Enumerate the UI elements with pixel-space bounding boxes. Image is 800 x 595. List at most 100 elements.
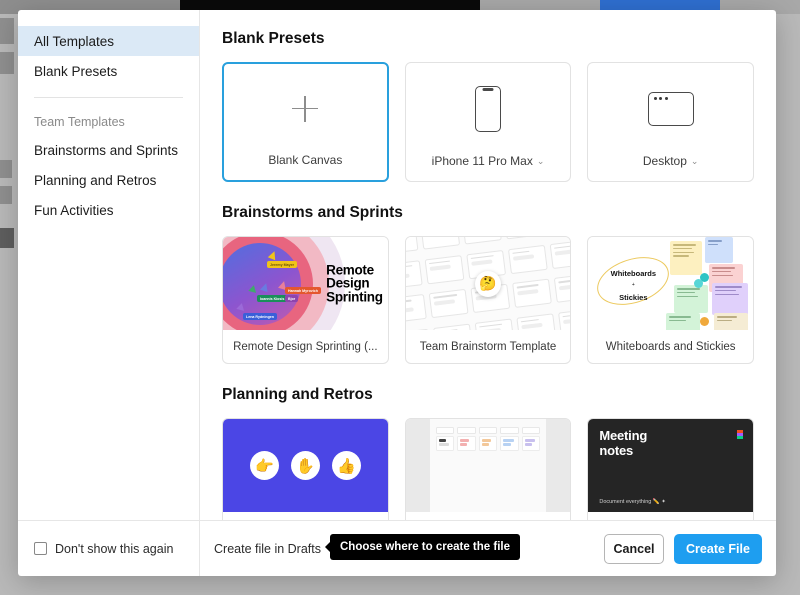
preset-card-label: Blank Canvas bbox=[268, 153, 342, 167]
bg-sidebar-block bbox=[0, 160, 12, 178]
template-card-planning-board[interactable] bbox=[405, 418, 572, 520]
sidebar-group-label: Team Templates bbox=[34, 115, 125, 129]
template-card-row: 👉 ✋ 👍 bbox=[222, 418, 754, 520]
minicard bbox=[406, 260, 423, 289]
create-file-location-dropdown[interactable]: Create file in Drafts ⌄ bbox=[214, 542, 334, 556]
minicard bbox=[549, 239, 570, 268]
board-column bbox=[522, 427, 541, 451]
template-card-label: Remote Design Sprinting (... bbox=[223, 330, 388, 363]
collaborator-tag: Lena Rydningen bbox=[243, 313, 277, 320]
preset-card-desktop[interactable]: Desktop ⌄ bbox=[587, 62, 754, 182]
tooltip: Choose where to create the file bbox=[330, 534, 520, 560]
board-column bbox=[500, 427, 519, 451]
minicard bbox=[507, 244, 547, 273]
preset-card-iphone-11-pro-max[interactable]: iPhone 11 Pro Max ⌄ bbox=[405, 62, 572, 182]
hand-emoji: 👉 bbox=[250, 451, 279, 480]
section-title: Brainstorms and Sprints bbox=[222, 204, 754, 222]
template-card-label: Whiteboards and Stickies bbox=[588, 330, 753, 363]
template-card-whiteboards-and-stickies[interactable]: Whiteboards + Stickies bbox=[587, 236, 754, 364]
preset-card-label: iPhone 11 Pro Max bbox=[432, 154, 533, 168]
minicard bbox=[462, 237, 502, 245]
sticky-note bbox=[705, 237, 733, 263]
phone-icon bbox=[475, 86, 501, 132]
dont-show-again-label: Don't show this again bbox=[55, 542, 173, 556]
minicard bbox=[420, 237, 460, 250]
create-file-location-label: Create file in Drafts bbox=[214, 542, 321, 556]
sidebar-item-label: Fun Activities bbox=[34, 203, 114, 218]
sidebar-group-team-templates: Team Templates bbox=[18, 109, 199, 135]
preset-card-label: Desktop bbox=[643, 154, 687, 168]
headline-line-3: Sprinting bbox=[326, 290, 383, 304]
template-thumbnail: Whiteboards + Stickies bbox=[588, 237, 753, 330]
collaborator-tag: Jeremy Mayer bbox=[267, 261, 297, 268]
sidebar-item-fun-activities[interactable]: Fun Activities bbox=[18, 195, 199, 225]
sidebar-item-label: Planning and Retros bbox=[34, 173, 156, 188]
sidebar: All Templates Blank Presets Team Templat… bbox=[18, 10, 200, 520]
template-picker-modal: All Templates Blank Presets Team Templat… bbox=[18, 10, 776, 576]
preset-art bbox=[224, 64, 387, 153]
chevron-down-icon[interactable]: ⌄ bbox=[537, 156, 545, 167]
template-card-retro-hands[interactable]: 👉 ✋ 👍 bbox=[222, 418, 389, 520]
dot-decoration bbox=[700, 317, 709, 326]
collaborator-tag: Bjor bbox=[285, 295, 298, 302]
template-card-label bbox=[588, 512, 753, 520]
footer-actions: Cancel Create File bbox=[604, 534, 762, 564]
sidebar-item-brainstorms-and-sprints[interactable]: Brainstorms and Sprints bbox=[18, 135, 199, 165]
sticky-note bbox=[712, 283, 748, 315]
thumbnail-headline: Remote Design Sprinting bbox=[326, 263, 383, 304]
preset-card-label-wrap: Desktop ⌄ bbox=[643, 154, 699, 181]
template-card-label bbox=[406, 512, 571, 520]
thumbnail-headline: Whiteboards + Stickies bbox=[602, 267, 664, 305]
minicard bbox=[433, 323, 473, 330]
section-blank-presets: Blank Presets Blank Canvas bbox=[222, 30, 754, 182]
cancel-button[interactable]: Cancel bbox=[604, 534, 664, 564]
sidebar-item-blank-presets[interactable]: Blank Presets bbox=[18, 56, 199, 86]
minicard bbox=[424, 255, 464, 284]
template-thumbnail bbox=[406, 419, 571, 512]
template-thumbnail: 👉 ✋ 👍 bbox=[223, 419, 388, 512]
headline-line-1: Remote bbox=[326, 263, 383, 277]
collaborator-tag: Ioannis Kiosis bbox=[257, 295, 287, 302]
section-brainstorms-and-sprints: Brainstorms and Sprints bbox=[222, 204, 754, 364]
headline-line-2: notes bbox=[599, 444, 753, 459]
minicard bbox=[406, 328, 431, 330]
preset-card-label-wrap: iPhone 11 Pro Max ⌄ bbox=[432, 154, 545, 181]
preset-card-row: Blank Canvas iPhone 11 Pro Max ⌄ bbox=[222, 62, 754, 182]
window-icon bbox=[648, 92, 694, 126]
bg-toolbar-blue bbox=[600, 0, 720, 10]
sidebar-item-all-templates[interactable]: All Templates bbox=[18, 26, 199, 56]
dont-show-again-checkbox[interactable] bbox=[34, 542, 47, 555]
chevron-down-icon[interactable]: ⌄ bbox=[691, 156, 699, 167]
collaborator-tag: Hannah Myrovich bbox=[285, 287, 321, 294]
sidebar-item-label: All Templates bbox=[34, 34, 114, 49]
template-thumbnail: 🤔 bbox=[406, 237, 571, 330]
template-card-row: Jeremy Mayer Hannah Myrovich Ioannis Kio… bbox=[222, 236, 754, 364]
sidebar-item-label: Blank Presets bbox=[34, 64, 117, 79]
minicard bbox=[428, 289, 468, 318]
board-column bbox=[479, 427, 498, 451]
section-title: Planning and Retros bbox=[222, 386, 754, 404]
section-title: Blank Presets bbox=[222, 30, 754, 48]
sticky-note bbox=[670, 241, 702, 275]
thumbnail-headline: Meeting notes bbox=[599, 429, 753, 458]
preset-art bbox=[406, 63, 571, 154]
create-file-button[interactable]: Create File bbox=[674, 534, 762, 564]
bg-sidebar-block bbox=[0, 18, 14, 44]
template-card-team-brainstorm[interactable]: 🤔 Team Brainstorm Template bbox=[405, 236, 572, 364]
preset-card-blank-canvas[interactable]: Blank Canvas bbox=[222, 62, 389, 182]
template-card-remote-design-sprinting[interactable]: Jeremy Mayer Hannah Myrovich Ioannis Kio… bbox=[222, 236, 389, 364]
template-thumbnail: Meeting notes Document everything ✏️ ✦ bbox=[588, 419, 753, 512]
hand-emoji: 👍 bbox=[332, 451, 361, 480]
plus-icon bbox=[292, 96, 318, 122]
sticky-note bbox=[674, 285, 708, 313]
modal-footer: Don't show this again Create file in Dra… bbox=[18, 520, 776, 576]
sidebar-item-label: Brainstorms and Sprints bbox=[34, 143, 178, 158]
template-card-meeting-notes[interactable]: Meeting notes Document everything ✏️ ✦ bbox=[587, 418, 754, 520]
minicard bbox=[406, 294, 427, 323]
sticky-note bbox=[666, 313, 700, 330]
template-card-label: Team Brainstorm Template bbox=[406, 330, 571, 363]
headline-plus: + bbox=[602, 281, 664, 291]
headline-line-2: Stickies bbox=[602, 291, 664, 305]
thumbnail-subtitle: Document everything ✏️ ✦ bbox=[599, 499, 665, 505]
sidebar-item-planning-and-retros[interactable]: Planning and Retros bbox=[18, 165, 199, 195]
